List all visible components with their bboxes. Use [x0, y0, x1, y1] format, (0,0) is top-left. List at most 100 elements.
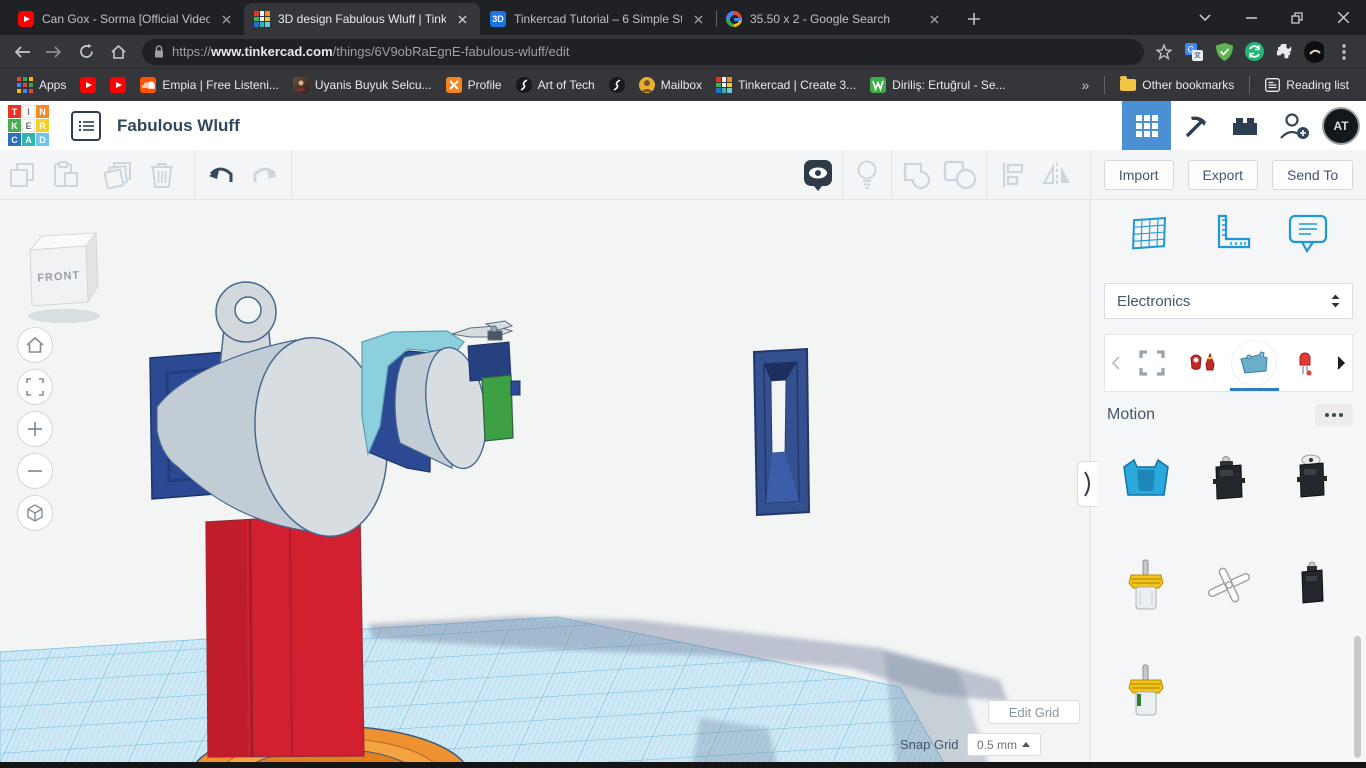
- restore-button[interactable]: [1274, 0, 1320, 35]
- close-window-button[interactable]: [1320, 0, 1366, 35]
- shape-category-select[interactable]: Electronics: [1104, 283, 1353, 319]
- bookmark-star-icon[interactable]: [1154, 42, 1174, 62]
- bookmark-youtube-2[interactable]: [103, 73, 133, 97]
- minimize-button[interactable]: [1228, 0, 1274, 35]
- part-micro-servo-small[interactable]: [1283, 556, 1341, 614]
- group-icon[interactable]: [894, 150, 938, 200]
- part-micro-servo[interactable]: [1200, 450, 1258, 508]
- bookmarks-overflow-chevron[interactable]: »: [1074, 73, 1096, 97]
- bookmark-art-of-tech[interactable]: Art of Tech: [509, 73, 602, 97]
- translate-extension-icon[interactable]: G: [1184, 42, 1204, 62]
- duplicate-icon[interactable]: [96, 150, 140, 200]
- other-bookmarks-folder[interactable]: Other bookmarks: [1113, 73, 1241, 97]
- category-red-components[interactable]: [1178, 335, 1229, 391]
- brick-blocks-icon[interactable]: [1220, 101, 1269, 150]
- category-all-shapes[interactable]: [1127, 335, 1178, 391]
- part-micro-servo-with-horn[interactable]: [1283, 450, 1341, 508]
- align-icon[interactable]: [991, 150, 1035, 200]
- view-cube[interactable]: FRONT: [18, 222, 118, 326]
- tinkercad-logo[interactable]: T I N K E R C A D: [8, 105, 49, 146]
- ungroup-icon[interactable]: [938, 150, 982, 200]
- invite-person-icon[interactable]: [1269, 101, 1318, 150]
- zoom-in-button[interactable]: [17, 411, 53, 447]
- reload-icon[interactable]: [72, 38, 100, 66]
- propeller-part[interactable]: [452, 321, 512, 340]
- green-box[interactable]: [482, 375, 513, 441]
- carousel-next-icon[interactable]: [1330, 356, 1352, 370]
- window-controls: [1182, 0, 1366, 35]
- tab-1[interactable]: Can Gox - Sorma [Official Video]: [8, 3, 244, 35]
- bookmark-profile[interactable]: Profile: [439, 73, 509, 97]
- forward-icon[interactable]: [40, 38, 68, 66]
- chrome-menu-kebab-icon[interactable]: [1334, 42, 1354, 62]
- section-options-icon[interactable]: [1315, 404, 1353, 426]
- category-servo-motor[interactable]: [1229, 335, 1280, 391]
- close-tab-icon[interactable]: [926, 11, 942, 27]
- close-tab-icon[interactable]: [454, 11, 470, 27]
- bookmark-globe-only[interactable]: [602, 73, 632, 97]
- bookmark-dirilis[interactable]: Diriliş: Ertuğrul - Se...: [863, 73, 1012, 97]
- bookmark-youtube-1[interactable]: [73, 73, 103, 97]
- tab-2-active[interactable]: 3D design Fabulous Wluff | Tinke: [244, 3, 480, 35]
- view-home-button[interactable]: [17, 327, 53, 363]
- category-led[interactable]: [1279, 335, 1330, 391]
- close-tab-icon[interactable]: [218, 11, 234, 27]
- reading-list-button[interactable]: Reading list: [1258, 73, 1356, 97]
- carousel-prev-icon[interactable]: [1105, 356, 1127, 370]
- new-tab-button[interactable]: [960, 5, 988, 33]
- import-button[interactable]: Import: [1104, 160, 1174, 190]
- red-column[interactable]: [206, 513, 364, 757]
- notes-tool-icon[interactable]: [1286, 210, 1330, 258]
- ruler-tool-icon[interactable]: [1207, 210, 1255, 258]
- lightbulb-icon[interactable]: [845, 150, 889, 200]
- part-micro-gearmotor[interactable]: [1117, 556, 1175, 614]
- adblock-shield-icon[interactable]: [1214, 42, 1234, 62]
- bookmark-uyanis[interactable]: Uyanis Buyuk Selcu...: [286, 73, 439, 97]
- panel-scrollbar[interactable]: [1354, 636, 1361, 758]
- fit-view-button[interactable]: [17, 369, 53, 405]
- design-title[interactable]: Fabulous Wluff: [117, 116, 240, 136]
- tab-search-icon[interactable]: [1182, 0, 1228, 35]
- part-servo-bracket[interactable]: [1117, 450, 1175, 508]
- 3d-viewport[interactable]: [0, 200, 1090, 768]
- mirror-flip-icon[interactable]: [1035, 150, 1079, 200]
- tab-4[interactable]: 35.50 x 2 - Google Search: [716, 3, 952, 35]
- undo-icon[interactable]: [199, 150, 243, 200]
- user-avatar[interactable]: AT: [1322, 107, 1360, 145]
- bookmark-empia[interactable]: Empia | Free Listeni...: [133, 73, 286, 97]
- tab-3[interactable]: 3D Tinkercad Tutorial – 6 Simple Ste: [480, 3, 716, 35]
- part-servo-horn-cross[interactable]: [1200, 556, 1258, 614]
- delete-trash-icon[interactable]: [140, 150, 184, 200]
- select-caret-icon: [1331, 294, 1340, 308]
- back-icon[interactable]: [8, 38, 36, 66]
- part-micro-gearmotor-2[interactable]: [1117, 662, 1175, 720]
- notes-visibility-icon[interactable]: [796, 150, 840, 200]
- bookmark-apps[interactable]: Apps: [10, 73, 73, 97]
- category-select-value: Electronics: [1117, 293, 1190, 310]
- puzzle-extensions-icon[interactable]: [1274, 42, 1294, 62]
- copy-icon[interactable]: [0, 150, 44, 200]
- 3d-canvas[interactable]: FRONT Edit Grid Snap Grid 0.5 mm: [0, 200, 1090, 768]
- close-tab-icon[interactable]: [690, 11, 706, 27]
- zoom-out-button[interactable]: [17, 453, 53, 489]
- edit-grid-button[interactable]: Edit Grid: [988, 700, 1080, 724]
- panel-collapse-handle[interactable]: [1077, 461, 1097, 507]
- profile-avatar[interactable]: [1304, 42, 1324, 62]
- download-manager-icon[interactable]: [1244, 42, 1264, 62]
- dashboard-grid-button[interactable]: [1122, 101, 1171, 150]
- blue-slotted-plate[interactable]: [754, 349, 809, 515]
- paste-icon[interactable]: [44, 150, 88, 200]
- redo-icon[interactable]: [243, 150, 287, 200]
- home-icon[interactable]: [104, 38, 132, 66]
- workplane-tool-icon[interactable]: [1128, 210, 1176, 258]
- bookmark-mailbox[interactable]: Mailbox: [632, 73, 709, 97]
- send-to-button[interactable]: Send To: [1272, 160, 1353, 190]
- bookmark-tinkercad[interactable]: Tinkercad | Create 3...: [709, 73, 863, 97]
- perspective-toggle-button[interactable]: [17, 495, 53, 531]
- export-button[interactable]: Export: [1188, 160, 1258, 190]
- blue-tab[interactable]: [511, 381, 520, 395]
- design-menu-icon[interactable]: [71, 111, 101, 141]
- snap-grid-select[interactable]: 0.5 mm: [967, 733, 1041, 756]
- minecraft-pickaxe-icon[interactable]: [1171, 101, 1220, 150]
- url-omnibox[interactable]: https://www.tinkercad.com/things/6V9obRa…: [142, 39, 1144, 65]
